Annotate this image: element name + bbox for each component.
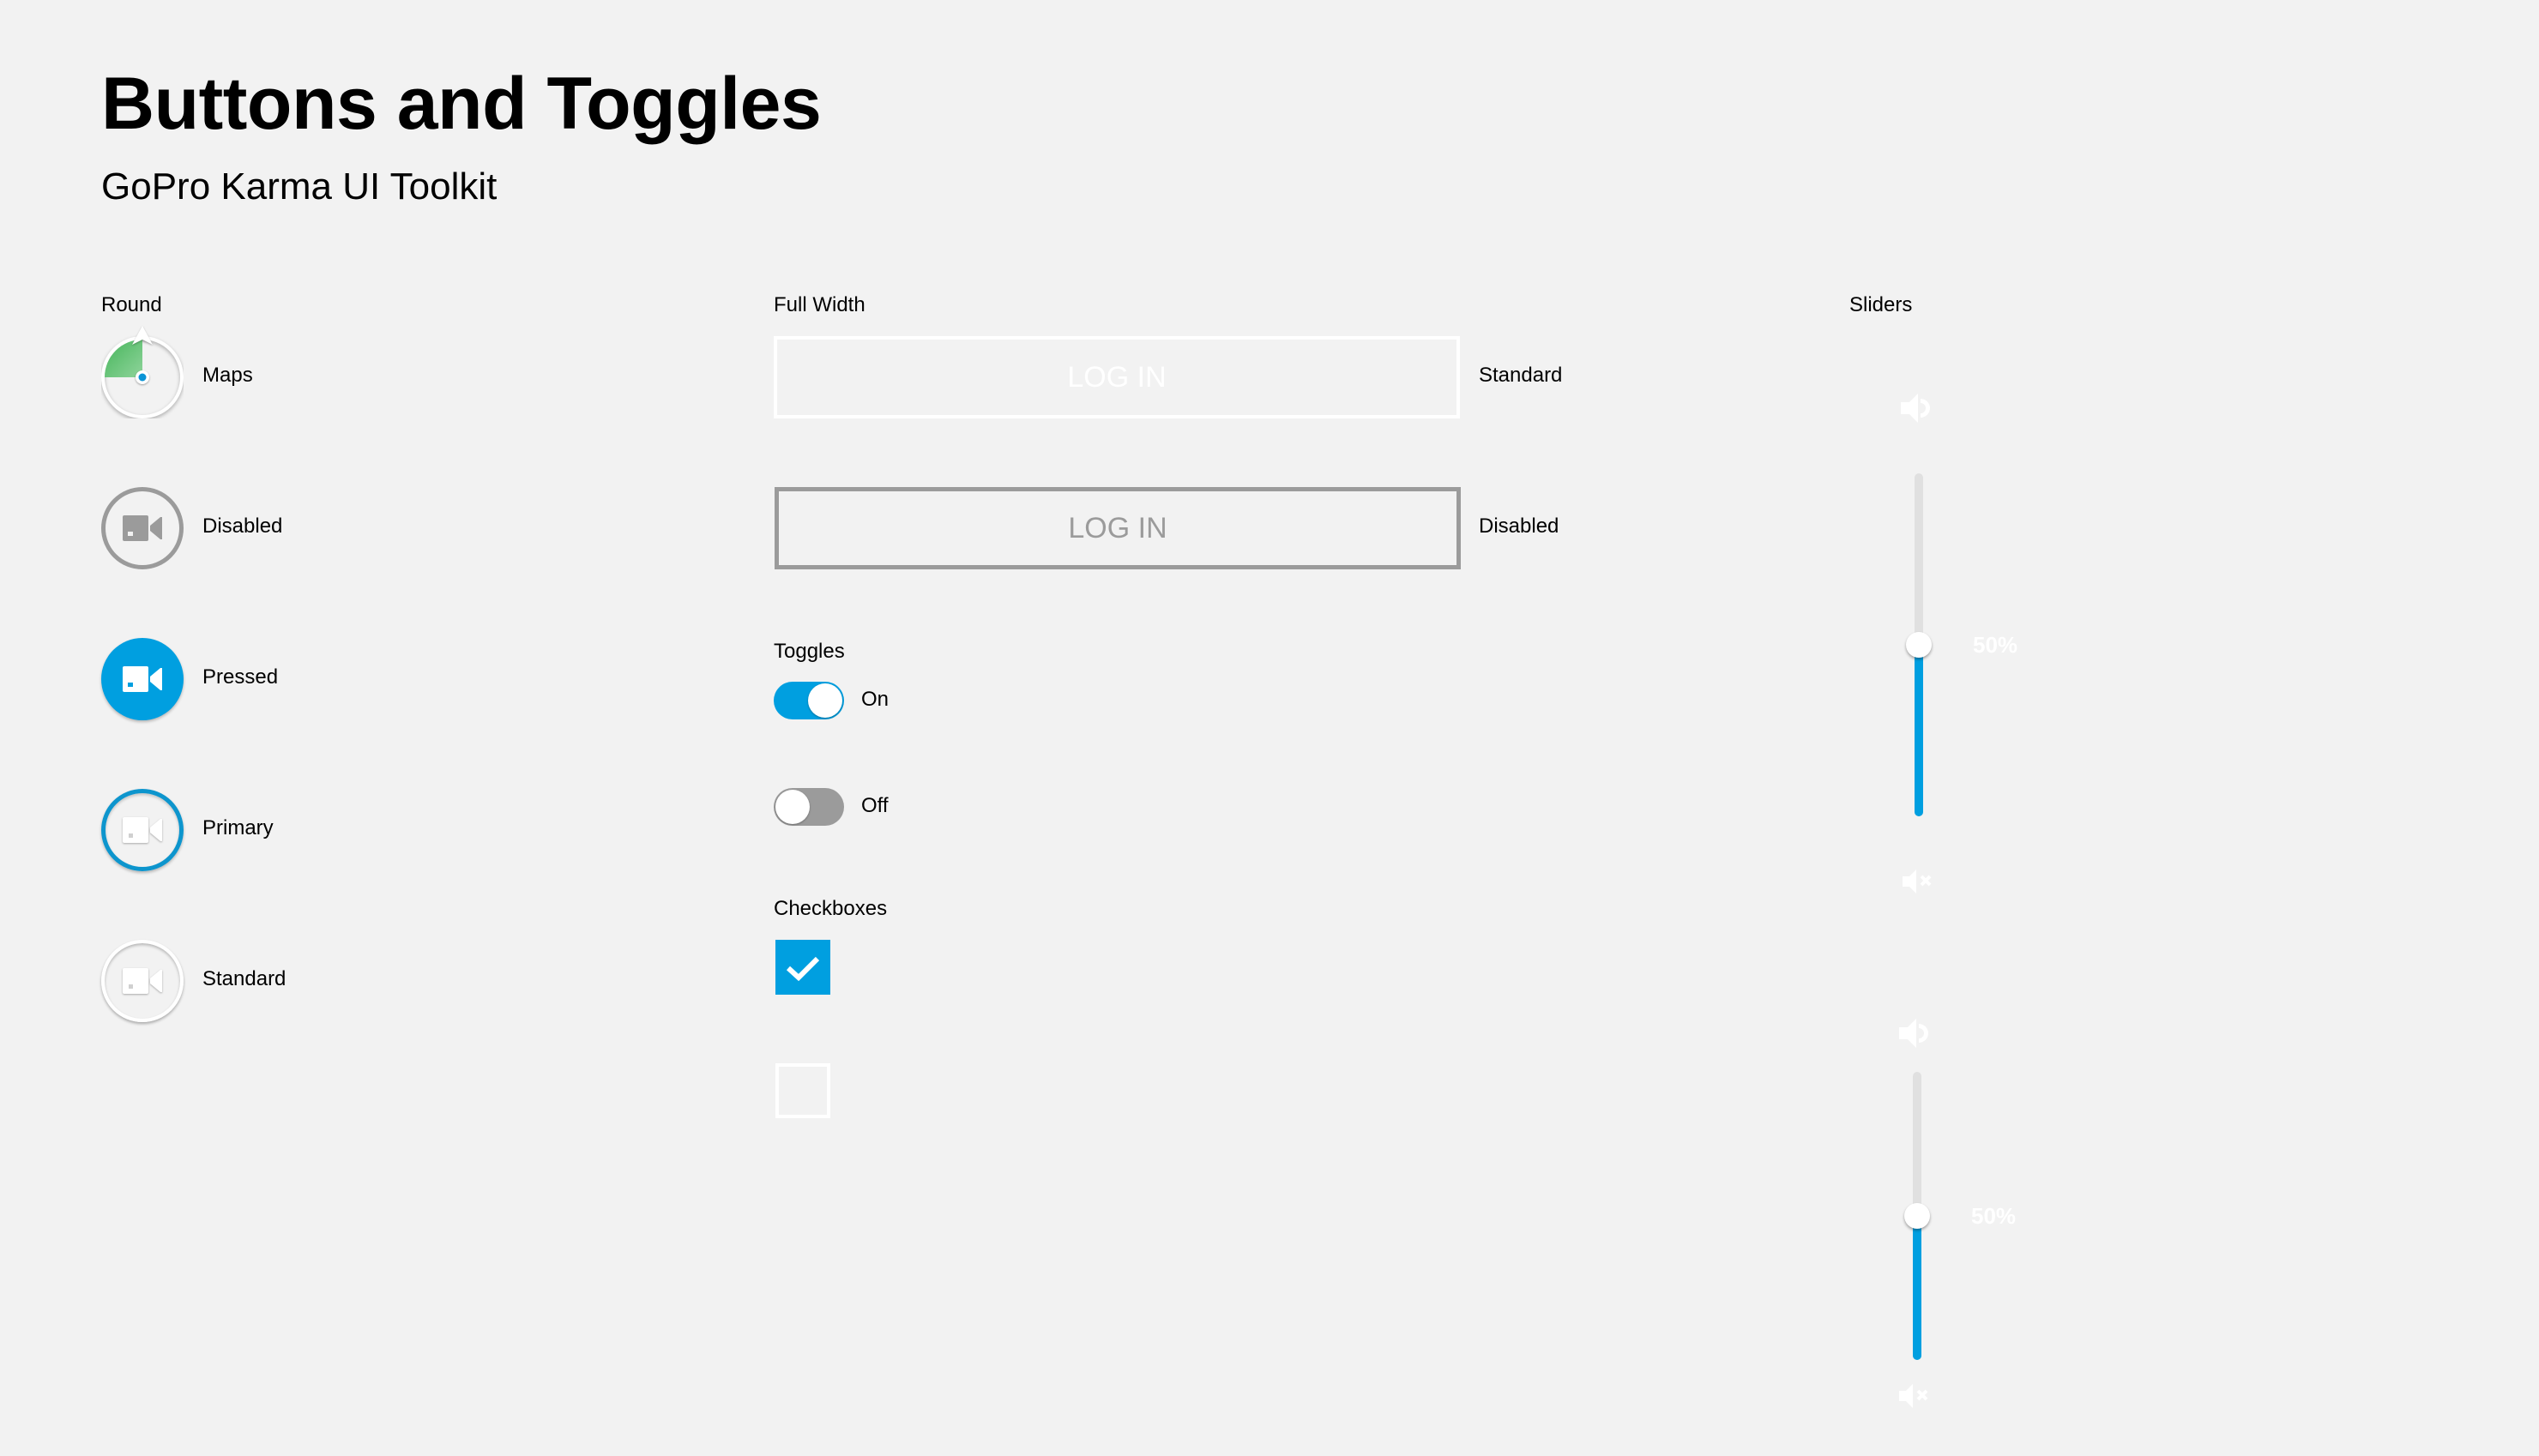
toggle-off[interactable]	[774, 788, 844, 826]
volume-slider-fill	[1915, 645, 1923, 816]
volume-mute-icon[interactable]	[1901, 868, 1939, 895]
round-section-label: Round	[101, 293, 162, 316]
standard-round-button[interactable]	[101, 940, 184, 1022]
round-label-primary: Primary	[202, 816, 274, 839]
page-subtitle: GoPro Karma UI Toolkit	[101, 165, 498, 208]
full-width-section-label: Full Width	[774, 293, 865, 316]
volume-up-icon[interactable]	[1899, 390, 1935, 426]
checkbox-unchecked[interactable]	[775, 1063, 830, 1118]
full-width-label-standard: Standard	[1479, 364, 1563, 387]
volume-slider-value: 50%	[1973, 632, 2018, 658]
video-camera-icon	[123, 968, 162, 994]
volume-slider-thumb[interactable]	[1904, 1203, 1930, 1229]
sliders-section-label: Sliders	[1849, 293, 1913, 316]
map-compass-icon	[101, 326, 184, 418]
checkmark-icon	[786, 956, 820, 982]
video-camera-icon	[123, 666, 162, 692]
checkboxes-section-label: Checkboxes	[774, 897, 888, 920]
pressed-round-button[interactable]	[101, 638, 184, 720]
toggle-on[interactable]	[774, 682, 844, 719]
volume-up-icon[interactable]	[1897, 1015, 1933, 1051]
disabled-round-button[interactable]	[101, 487, 184, 569]
volume-slider-value: 50%	[1971, 1203, 2017, 1229]
maps-round-button[interactable]	[101, 326, 184, 418]
volume-slider-thumb[interactable]	[1906, 632, 1932, 658]
video-camera-icon	[123, 515, 162, 541]
checkbox-checked[interactable]	[775, 940, 830, 995]
volume-slider-fill	[1913, 1216, 1921, 1360]
volume-slider-track[interactable]	[1904, 1072, 1930, 1360]
login-button-disabled[interactable]: LOG IN	[775, 487, 1461, 569]
toggle-knob	[775, 790, 810, 824]
volume-mute-icon[interactable]	[1897, 1382, 1935, 1410]
toggle-label-on: On	[861, 688, 890, 711]
page-title: Buttons and Toggles	[101, 63, 822, 145]
toggles-section-label: Toggles	[774, 640, 845, 663]
round-label-standard: Standard	[202, 967, 286, 990]
toggle-knob	[808, 683, 842, 718]
round-label-pressed: Pressed	[202, 665, 279, 689]
volume-slider-track[interactable]	[1906, 473, 1932, 816]
toggle-label-off: Off	[861, 794, 889, 817]
login-button-standard[interactable]: LOG IN	[774, 336, 1460, 418]
round-label-disabled: Disabled	[202, 514, 283, 538]
primary-round-button[interactable]	[101, 789, 184, 871]
video-camera-icon	[123, 817, 162, 843]
full-width-label-disabled: Disabled	[1479, 514, 1559, 538]
round-label-maps: Maps	[202, 364, 253, 387]
